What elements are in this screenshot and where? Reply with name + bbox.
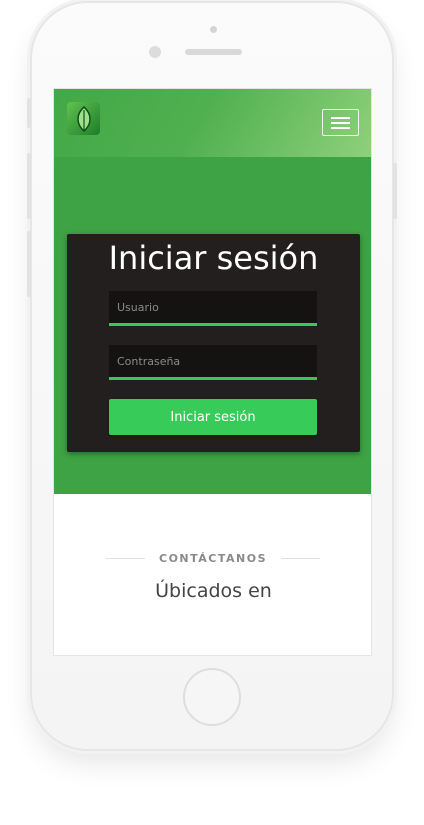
hero-section: Iniciar sesión Iniciar sesión — [54, 157, 371, 494]
divider-left — [106, 557, 145, 559]
leaf-icon[interactable] — [67, 102, 100, 135]
username-input[interactable] — [109, 291, 317, 326]
hamburger-menu-button[interactable] — [322, 109, 359, 136]
contact-section: CONTÁCTANOS Úbicados en — [54, 494, 371, 655]
password-input[interactable] — [109, 345, 317, 380]
divider-right — [281, 557, 321, 559]
contact-kicker: CONTÁCTANOS — [159, 551, 268, 565]
volume-up-button — [27, 153, 31, 219]
phone-screen: Iniciar sesión Iniciar sesión CONTÁCTANO… — [53, 88, 372, 656]
device-mockup: Iniciar sesión Iniciar sesión CONTÁCTANO… — [0, 0, 424, 825]
contact-kicker-row: CONTÁCTANOS — [106, 551, 321, 565]
login-button[interactable]: Iniciar sesión — [109, 399, 317, 435]
leaf-icon-graphic — [76, 105, 91, 132]
login-card: Iniciar sesión Iniciar sesión — [67, 234, 360, 452]
navbar — [54, 89, 371, 157]
hamburger-icon-bar — [331, 121, 350, 124]
power-button — [393, 163, 397, 219]
login-title: Iniciar sesión — [108, 239, 319, 277]
mute-switch — [27, 98, 31, 128]
front-camera — [149, 46, 161, 58]
earpiece-speaker — [185, 49, 242, 55]
hamburger-icon-bar — [331, 126, 350, 129]
home-button[interactable] — [183, 668, 241, 726]
volume-down-button — [27, 231, 31, 297]
proximity-sensor — [210, 26, 217, 33]
hamburger-icon-bar — [331, 116, 350, 119]
contact-heading: Úbicados en — [155, 580, 272, 602]
